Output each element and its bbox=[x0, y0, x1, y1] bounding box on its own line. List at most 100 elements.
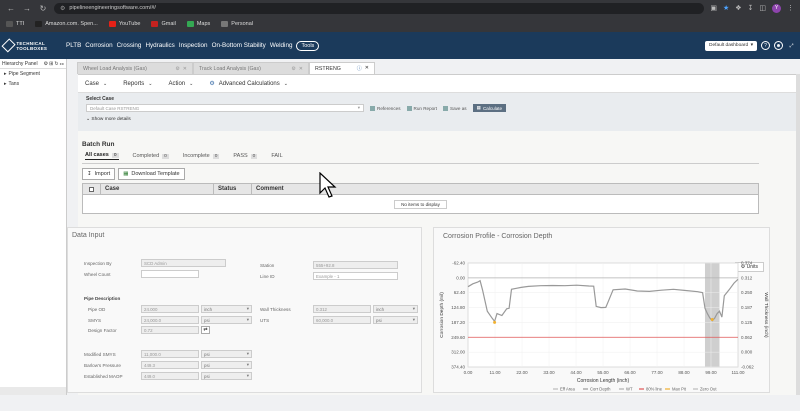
batch-tab-fail[interactable]: FAIL bbox=[271, 152, 282, 160]
smys-field[interactable]: 24,000.0 bbox=[141, 316, 199, 324]
batch-grid: Case Status Comment No items to display bbox=[82, 183, 759, 214]
tab-track-load[interactable]: Track Load Analysis (Gas) ⚙ ✕ bbox=[193, 62, 309, 74]
line-id-label: Line ID bbox=[260, 274, 275, 279]
select-all-checkbox[interactable] bbox=[83, 184, 101, 194]
modified-smys-unit-select[interactable]: psi ▾ bbox=[201, 350, 252, 358]
vertical-scrollbar[interactable] bbox=[796, 74, 800, 395]
line-id-field[interactable]: Example - 1 bbox=[313, 272, 398, 280]
swap-icon[interactable]: ⇄ bbox=[201, 326, 210, 334]
nav-item-pltb[interactable]: PLTB bbox=[66, 42, 81, 49]
info-icon[interactable]: ⓘ bbox=[357, 65, 362, 72]
references-button[interactable]: References bbox=[370, 105, 401, 111]
case-menu-button[interactable]: Case ⌄ bbox=[81, 81, 111, 87]
batch-tab-completed[interactable]: Completed 0 bbox=[133, 152, 169, 160]
address-bar[interactable]: ⚙ pipelineengineeringsoftware.com/#/ bbox=[54, 2, 705, 14]
case-select[interactable]: Default Case RSTRENG ▾ bbox=[86, 104, 364, 112]
bookmark-item[interactable]: Personal bbox=[221, 21, 253, 27]
bookmark-item[interactable]: Amazon.com. Spen... bbox=[35, 21, 98, 27]
smys-unit-select[interactable]: psi ▾ bbox=[201, 316, 252, 324]
help-icon[interactable]: ? bbox=[761, 41, 770, 50]
bookmark-star-icon[interactable]: ★ bbox=[723, 4, 729, 12]
save-as-button[interactable]: Save as bbox=[443, 105, 467, 111]
dashboard-select[interactable]: Default dashboard ▾ bbox=[705, 40, 757, 51]
bookmark-item[interactable]: Maps bbox=[186, 21, 210, 27]
profile-avatar[interactable]: Y bbox=[772, 3, 781, 13]
batch-tab-label: FAIL bbox=[271, 153, 283, 159]
import-button[interactable]: ↧ Import bbox=[82, 168, 116, 180]
nav-item-inspection[interactable]: Inspection bbox=[179, 42, 208, 49]
browser-chrome: ← → ↻ ⚙ pipelineengineeringsoftware.com/#… bbox=[0, 0, 800, 32]
batch-tab-incomplete[interactable]: Incomplete 0 bbox=[183, 152, 220, 160]
tab-settings-icon[interactable]: ⚙ bbox=[175, 66, 179, 72]
pin-icon[interactable]: ⚏ bbox=[60, 61, 64, 67]
horizontal-scrollbar[interactable] bbox=[0, 387, 66, 395]
select-case-section: Select Case Default Case RSTRENG ▾ Refere… bbox=[78, 93, 796, 131]
wall-unit-select[interactable]: inch ▾ bbox=[373, 305, 418, 313]
established-maop-label: Established MAOP bbox=[84, 374, 123, 379]
tab-settings-icon[interactable]: ⚙ bbox=[291, 66, 295, 72]
tree-item-pipe-segment[interactable]: ▸ Pipe Segment bbox=[0, 69, 66, 79]
nav-item-corrosion[interactable]: Corrosion bbox=[85, 42, 112, 49]
advanced-calculations-button[interactable]: ⚙ Advanced Calculations ⌄ bbox=[205, 80, 292, 88]
calculate-button[interactable]: ▦ Calculate bbox=[472, 104, 507, 112]
established-maop-field[interactable]: 449.0 bbox=[141, 372, 199, 380]
tab-wheel-load[interactable]: Wheel Load Analysis (Gas) ⚙ ✕ bbox=[77, 62, 193, 74]
forward-icon[interactable]: → bbox=[22, 4, 32, 13]
expand-arrow-icon[interactable]: ▸ bbox=[4, 81, 7, 87]
wheel-count-field[interactable] bbox=[141, 270, 199, 278]
kebab-icon[interactable]: ⋮ bbox=[787, 4, 794, 12]
bookmark-item[interactable]: YouTube bbox=[108, 21, 140, 27]
inspection-by-field[interactable]: SCD Admin bbox=[141, 259, 226, 267]
wall-thickness-field[interactable]: 0.312 bbox=[313, 305, 371, 313]
barlow-pressure-field[interactable]: 449.3 bbox=[141, 361, 199, 369]
puzzle-icon[interactable]: ❖ bbox=[735, 4, 741, 12]
advanced-label: Advanced Calculations bbox=[218, 80, 280, 87]
column-header-status[interactable]: Status bbox=[214, 184, 252, 194]
run-report-button[interactable]: Run Report bbox=[406, 105, 437, 111]
back-icon[interactable]: ← bbox=[6, 4, 16, 13]
nav-item-hydraulics[interactable]: Hydraulics bbox=[145, 42, 174, 49]
settings-icon[interactable]: ⚙ bbox=[44, 61, 48, 67]
tab-rstreng[interactable]: RSTRENG ⓘ ✕ bbox=[309, 62, 375, 74]
y-tick-label: 374.40 bbox=[451, 365, 465, 370]
pipe-od-field[interactable]: 24.000 bbox=[141, 305, 199, 313]
column-header-case[interactable]: Case bbox=[101, 184, 214, 194]
fullscreen-icon[interactable]: ⤢ bbox=[787, 41, 796, 50]
action-menu-button[interactable]: Action ⌄ bbox=[164, 81, 197, 87]
uts-field[interactable]: 60,000.0 bbox=[313, 316, 371, 324]
close-icon[interactable]: ✕ bbox=[365, 65, 369, 72]
close-icon[interactable]: ✕ bbox=[183, 66, 187, 72]
nav-item-on-bottom-stability[interactable]: On-Bottom Stability bbox=[212, 42, 266, 49]
reload-icon[interactable]: ↻ bbox=[38, 4, 48, 13]
tree-item-tans[interactable]: ▸ Tans bbox=[0, 79, 66, 89]
design-factor-field[interactable]: 0.72 bbox=[141, 326, 199, 334]
maop-unit-select[interactable]: psi ▾ bbox=[201, 372, 252, 380]
tools-button[interactable]: Tools bbox=[296, 40, 320, 51]
x-tick-label: 99.00 bbox=[705, 370, 717, 375]
modified-smys-field[interactable]: 11,000.0 bbox=[141, 350, 199, 358]
barlow-unit-select[interactable]: psi ▾ bbox=[201, 361, 252, 369]
site-info-icon[interactable]: ⚙ bbox=[60, 5, 65, 12]
nav-item-welding[interactable]: Welding bbox=[270, 42, 293, 49]
extension-icon[interactable]: ▣ bbox=[710, 4, 717, 12]
sidepanel-icon[interactable]: ◫ bbox=[759, 4, 766, 12]
batch-tab-pass[interactable]: PASS 0 bbox=[233, 152, 258, 160]
refresh-icon[interactable]: ↻ bbox=[54, 61, 58, 67]
logo[interactable]: TECHNICAL TOOLBOXES bbox=[1, 38, 66, 53]
station-field[interactable]: 555+92.8 bbox=[313, 261, 398, 269]
bookmark-item[interactable]: TTI bbox=[6, 21, 24, 27]
batch-tab-all-cases[interactable]: All cases 0 bbox=[85, 152, 119, 160]
close-icon[interactable]: ✕ bbox=[299, 66, 303, 72]
reports-menu-button[interactable]: Reports ⌄ bbox=[119, 81, 156, 87]
nav-item-crossing[interactable]: Crossing bbox=[117, 42, 142, 49]
y2-tick-label: 0.187 bbox=[741, 305, 753, 310]
expand-arrow-icon[interactable]: ▸ bbox=[4, 71, 7, 77]
add-icon[interactable]: ⊞ bbox=[49, 61, 53, 67]
show-more-toggle[interactable]: ⌄ Show more details bbox=[86, 117, 788, 122]
pipe-od-unit-select[interactable]: inch ▾ bbox=[201, 305, 252, 313]
bookmark-item[interactable]: Gmail bbox=[151, 21, 176, 27]
download-icon[interactable]: ↧ bbox=[748, 4, 754, 12]
download-template-button[interactable]: ▦ Download Template bbox=[118, 168, 185, 180]
uts-unit-select[interactable]: psi ▾ bbox=[373, 316, 418, 324]
user-icon[interactable]: ☻ bbox=[774, 41, 783, 50]
